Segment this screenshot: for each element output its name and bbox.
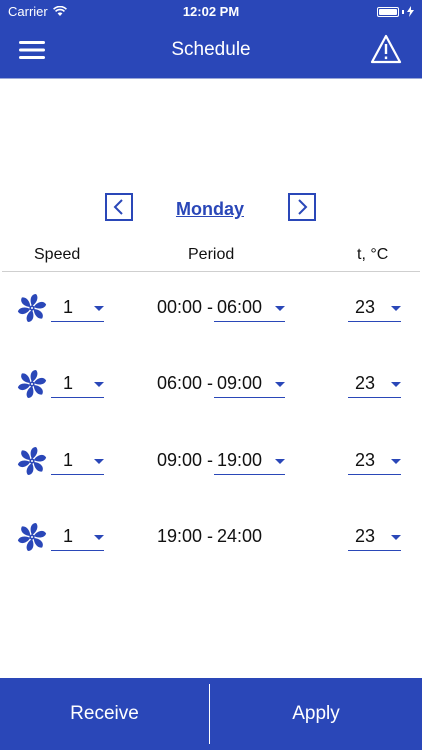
period-end-value: 19:00 <box>217 450 263 470</box>
temperature-dropdown[interactable]: 23 <box>348 293 401 322</box>
warning-triangle-icon <box>370 34 402 64</box>
fan-icon <box>17 447 47 475</box>
temperature-value: 23 <box>355 450 376 470</box>
speed-dropdown[interactable]: 1 <box>51 369 104 398</box>
period-end-value: 06:00 <box>217 297 263 317</box>
caret-down-icon <box>94 306 104 311</box>
temperature-column-header: t, °C <box>357 246 389 263</box>
speed-value: 1 <box>63 297 74 317</box>
fan-icon <box>17 523 47 551</box>
battery-icon <box>377 6 399 17</box>
speed-column-header: Speed <box>34 246 81 263</box>
schedule-row: 1 06:00 - 09:00 23 <box>0 366 422 406</box>
caret-down-icon <box>94 459 104 464</box>
status-time: 12:02 PM <box>182 4 240 19</box>
nav-bar: Schedule <box>0 22 422 79</box>
fan-icon <box>17 370 47 398</box>
speed-dropdown[interactable]: 1 <box>51 522 104 551</box>
day-navigator: Monday <box>0 193 422 225</box>
period-column-header: Period <box>188 246 235 263</box>
schedule-row: 1 00:00 - 06:00 23 <box>0 290 422 330</box>
temperature-value: 23 <box>355 297 376 317</box>
period-end-value: 09:00 <box>217 373 263 393</box>
status-bar: Carrier 12:02 PM <box>0 0 422 22</box>
caret-down-icon <box>391 306 401 311</box>
period-end-time: 24:00 <box>217 526 263 546</box>
bottom-action-bar: Receive Apply <box>0 678 422 750</box>
day-label[interactable]: Monday <box>140 199 280 220</box>
caret-down-icon <box>94 382 104 387</box>
period-start-time: 00:00 <box>157 297 203 317</box>
fan-icon <box>17 294 47 322</box>
temperature-value: 23 <box>355 373 376 393</box>
caret-down-icon <box>275 382 285 387</box>
chevron-right-icon <box>298 199 308 215</box>
temperature-dropdown[interactable]: 23 <box>348 446 401 475</box>
schedule-row: 1 09:00 - 19:00 23 <box>0 443 422 483</box>
apply-button[interactable]: Apply <box>210 678 422 750</box>
period-dash: - <box>207 297 213 317</box>
speed-value: 1 <box>63 526 74 546</box>
speed-dropdown[interactable]: 1 <box>51 446 104 475</box>
header-divider <box>2 271 420 272</box>
caret-down-icon <box>275 306 285 311</box>
caret-down-icon <box>391 535 401 540</box>
period-end-dropdown[interactable]: 06:00 <box>214 293 285 322</box>
caret-down-icon <box>94 535 104 540</box>
period-dash: - <box>207 526 213 546</box>
temperature-value: 23 <box>355 526 376 546</box>
page-title: Schedule <box>171 39 251 60</box>
period-start-time: 09:00 <box>157 450 203 470</box>
schedule-row: 1 19:00 - 24:00 23 <box>0 519 422 559</box>
period-dash: - <box>207 450 213 470</box>
next-day-button[interactable] <box>288 193 316 221</box>
temperature-dropdown[interactable]: 23 <box>348 369 401 398</box>
caret-down-icon <box>391 459 401 464</box>
receive-button[interactable]: Receive <box>0 678 209 750</box>
speed-dropdown[interactable]: 1 <box>51 293 104 322</box>
speed-value: 1 <box>63 450 74 470</box>
temperature-dropdown[interactable]: 23 <box>348 522 401 551</box>
period-dash: - <box>207 373 213 393</box>
period-start-time: 06:00 <box>157 373 203 393</box>
caret-down-icon <box>391 382 401 387</box>
battery-indicator <box>377 6 414 17</box>
charging-bolt-icon <box>407 6 414 17</box>
period-start-time: 19:00 <box>157 526 203 546</box>
speed-value: 1 <box>63 373 74 393</box>
chevron-left-icon <box>113 199 123 215</box>
period-end-dropdown[interactable]: 09:00 <box>214 369 285 398</box>
caret-down-icon <box>275 459 285 464</box>
period-end-dropdown[interactable]: 19:00 <box>214 446 285 475</box>
prev-day-button[interactable] <box>105 193 133 221</box>
schedule-column-headers: Speed Period t, °C <box>0 244 422 272</box>
warning-button[interactable] <box>370 34 402 64</box>
